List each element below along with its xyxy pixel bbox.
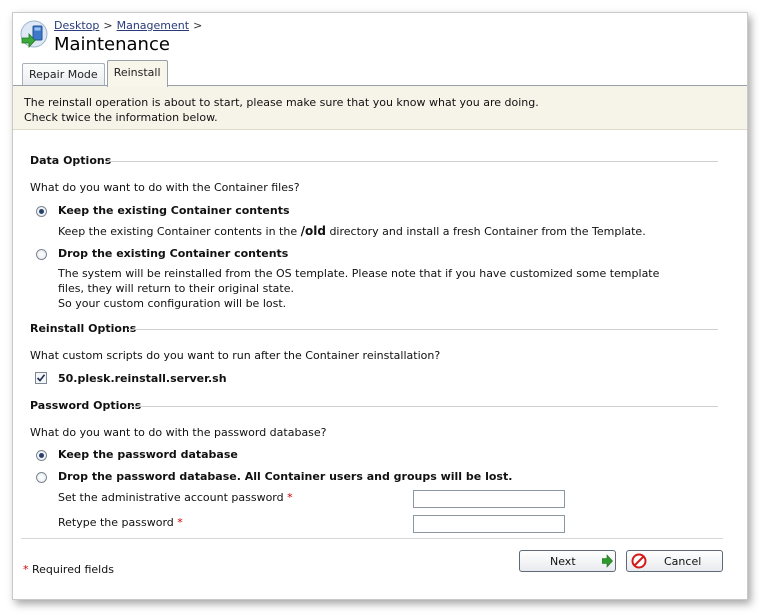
required-fields-label: Required fields <box>32 563 114 576</box>
required-asterisk: * <box>177 516 183 529</box>
warning-notice: The reinstall operation is about to star… <box>13 86 747 130</box>
arrow-right-icon <box>601 554 613 571</box>
required-fields-note: * Required fields <box>23 563 114 576</box>
admin-password-label: Set the administrative account password <box>58 491 284 504</box>
next-button-label: Next <box>550 555 576 568</box>
tab-bar: Repair Mode Reinstall <box>22 60 170 87</box>
old-directory-path: /old <box>300 224 326 238</box>
keep-password-db-radio[interactable] <box>36 450 47 461</box>
keep-desc-prefix: Keep the existing Container contents in … <box>58 225 298 238</box>
drop-password-db-label[interactable]: Drop the password database. All Containe… <box>58 470 512 483</box>
data-options-rule <box>106 161 718 162</box>
keep-contents-radio[interactable] <box>36 206 47 217</box>
required-asterisk: * <box>23 563 29 576</box>
page-title: Maintenance <box>54 34 170 55</box>
breadcrumb-management-link[interactable]: Management <box>117 19 189 32</box>
keep-desc-suffix: directory and install a fresh Container … <box>329 225 646 238</box>
keep-contents-description: Keep the existing Container contents in … <box>58 224 646 238</box>
drop-contents-radio[interactable] <box>36 249 47 260</box>
maintenance-window: Desktop > Management > Maintenance Repair M… <box>12 12 748 600</box>
notice-line-2: Check twice the information below. <box>24 111 218 124</box>
maintenance-app-icon <box>19 20 49 50</box>
next-button[interactable]: Next <box>519 550 616 572</box>
keep-password-db-label[interactable]: Keep the password database <box>58 448 238 461</box>
script-label[interactable]: 50.plesk.reinstall.server.sh <box>58 372 227 385</box>
admin-password-field-label: Set the administrative account password … <box>58 491 293 504</box>
reinstall-options-title: Reinstall Options <box>30 322 137 335</box>
password-options-title: Password Options <box>30 399 142 412</box>
breadcrumb-desktop-link[interactable]: Desktop <box>54 19 99 32</box>
admin-password-input[interactable] <box>413 490 565 508</box>
reinstall-options-question: What custom scripts do you want to run a… <box>30 349 441 362</box>
password-options-question: What do you want to do with the password… <box>30 426 327 439</box>
notice-line-1: The reinstall operation is about to star… <box>24 96 539 109</box>
tab-reinstall[interactable]: Reinstall <box>106 60 168 87</box>
footer-divider <box>21 538 723 539</box>
retype-password-input[interactable] <box>413 515 565 533</box>
breadcrumb-separator: > <box>103 19 113 32</box>
script-checkbox[interactable] <box>35 372 47 384</box>
page-header: Desktop > Management > Maintenance Repair M… <box>13 13 747 87</box>
cancel-button-label: Cancel <box>664 555 702 568</box>
breadcrumb-separator: > <box>193 19 203 32</box>
drop-contents-description-line-3: So your custom configuration will be los… <box>58 297 287 310</box>
cancel-icon <box>631 553 647 572</box>
drop-contents-description-line-2: files, they will return to their origina… <box>58 282 294 295</box>
drop-password-db-radio[interactable] <box>36 472 47 483</box>
check-icon <box>36 374 46 382</box>
retype-password-label: Retype the password <box>58 516 174 529</box>
drop-contents-label[interactable]: Drop the existing Container contents <box>58 247 288 260</box>
retype-password-field-label: Retype the password * <box>58 516 183 529</box>
breadcrumb: Desktop > Management > <box>54 19 206 32</box>
tab-repair-mode[interactable]: Repair Mode <box>22 63 105 86</box>
data-options-title: Data Options <box>30 154 112 167</box>
required-asterisk: * <box>287 491 293 504</box>
data-options-question: What do you want to do with the Containe… <box>30 181 300 194</box>
keep-contents-label[interactable]: Keep the existing Container contents <box>58 204 290 217</box>
password-options-rule <box>130 406 718 407</box>
cancel-button[interactable]: Cancel <box>626 550 723 572</box>
reinstall-options-rule <box>128 329 718 330</box>
drop-contents-description-line-1: The system will be reinstalled from the … <box>58 267 660 280</box>
